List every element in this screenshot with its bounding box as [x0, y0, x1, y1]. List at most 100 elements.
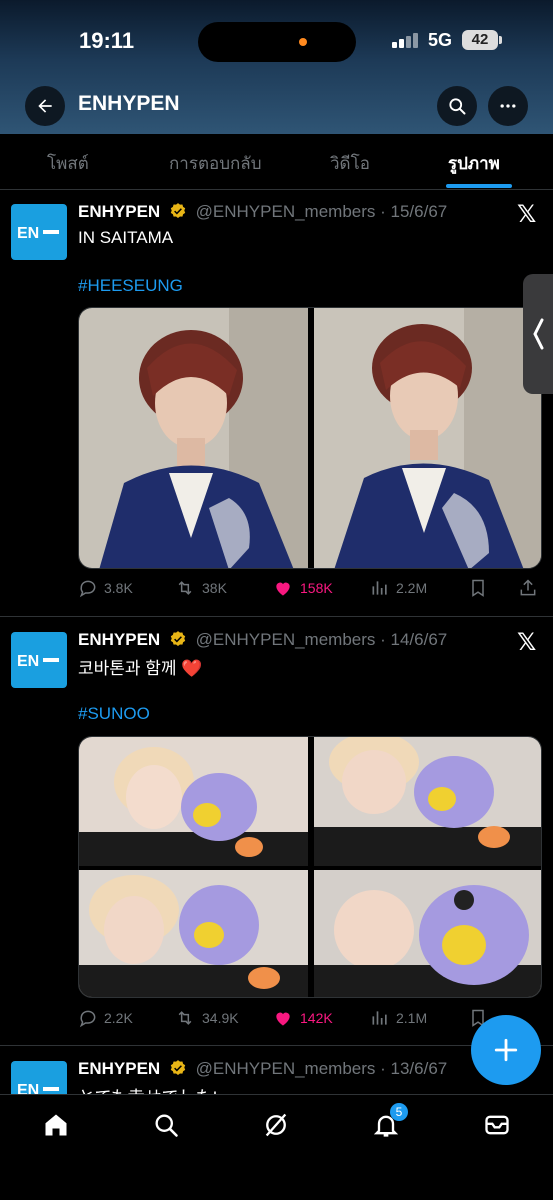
app-header: 19:11 5G 42 ENHYPEN [0, 0, 553, 134]
home-icon [45, 1114, 67, 1136]
like-button[interactable]: 142K [272, 1008, 333, 1028]
photo[interactable] [314, 870, 541, 997]
avatar[interactable]: EN [11, 204, 67, 260]
hashtag-link[interactable]: #SUNOO [78, 704, 150, 724]
more-icon [500, 104, 516, 108]
hashtag-link[interactable]: #HEESEUNG [78, 276, 183, 296]
x-logo-icon: 𝕏 [517, 629, 537, 656]
author-name[interactable]: ENHYPEN [78, 202, 160, 221]
photo[interactable] [79, 308, 308, 568]
tweet-media[interactable] [78, 736, 542, 998]
status-time: 19:11 [79, 28, 135, 53]
tweet-media[interactable] [78, 307, 542, 569]
reply-count: 3.8K [104, 580, 133, 596]
profile-tabs: โพสต์ การตอบกลับ วิดีโอ รูปภาพ [0, 134, 553, 190]
tweet[interactable]: EN ENHYPEN @ENHYPEN_members · 13/6/67 とて… [0, 1047, 553, 1094]
author-handle[interactable]: @ENHYPEN_members [196, 202, 376, 221]
tweet-date: · 15/6/67 [380, 202, 448, 221]
network-type: 5G [428, 30, 453, 50]
chevron-left-icon [533, 318, 544, 350]
tweet-date: · 13/6/67 [380, 1059, 448, 1078]
views-button[interactable]: 2.2M [370, 578, 427, 598]
search-button[interactable] [437, 86, 477, 126]
dynamic-island [198, 22, 356, 62]
tweet-text: とても幸せでした! [78, 1083, 217, 1094]
avatar[interactable]: EN [11, 632, 67, 688]
like-count: 142K [300, 1010, 333, 1026]
repost-button[interactable]: 38K [174, 578, 227, 598]
photo[interactable] [314, 737, 541, 866]
repost-button[interactable]: 34.9K [174, 1008, 239, 1028]
mail-icon [485, 1115, 509, 1135]
repost-count: 34.9K [202, 1010, 239, 1026]
views-count: 2.2M [396, 580, 428, 596]
author-name[interactable]: ENHYPEN [78, 630, 160, 649]
tweet[interactable]: EN ENHYPEN @ENHYPEN_members · 14/6/67 𝕏 … [0, 618, 553, 1046]
page-title: ENHYPEN [78, 92, 180, 115]
svg-text:EN: EN [17, 1082, 39, 1094]
tweet[interactable]: EN ENHYPEN @ENHYPEN_members · 15/6/67 𝕏 … [0, 190, 553, 617]
compose-post-button[interactable] [471, 1015, 541, 1085]
verified-badge-icon [170, 203, 186, 218]
nav-messages[interactable] [483, 1111, 511, 1144]
nav-home[interactable] [42, 1111, 70, 1144]
views-icon [372, 581, 387, 595]
bottom-navigation: 5 [0, 1094, 553, 1200]
tweet-header: ENHYPEN @ENHYPEN_members · 13/6/67 [78, 1059, 447, 1079]
top-navbar: ENHYPEN [0, 86, 553, 126]
enhypen-logo-icon: EN [17, 1082, 59, 1094]
reply-button[interactable]: 3.8K [78, 578, 133, 598]
tab-photos[interactable]: รูปภาพ [448, 150, 500, 177]
like-count: 158K [300, 580, 333, 596]
enhypen-logo-icon: EN [17, 653, 59, 668]
arrow-left-icon [38, 99, 52, 113]
share-button[interactable] [518, 578, 538, 598]
side-panel-handle[interactable] [523, 274, 553, 394]
tab-posts[interactable]: โพสต์ [47, 150, 89, 177]
bookmark-icon [472, 579, 484, 597]
battery-icon: 42 [462, 30, 502, 50]
tab-videos[interactable]: วิดีโอ [330, 150, 370, 177]
repost-icon [178, 1011, 192, 1025]
verified-badge-icon [170, 1060, 186, 1075]
privacy-indicator [299, 38, 307, 46]
back-button[interactable] [25, 86, 65, 126]
reply-count: 2.2K [104, 1010, 133, 1026]
repost-count: 38K [202, 580, 227, 596]
repost-icon [178, 581, 192, 595]
bookmark-button[interactable] [468, 578, 488, 598]
like-button[interactable]: 158K [272, 578, 333, 598]
reply-button[interactable]: 2.2K [78, 1008, 133, 1028]
more-options-button[interactable] [488, 86, 528, 126]
views-button[interactable]: 2.1M [370, 1008, 427, 1028]
heart-filled-icon [276, 582, 290, 596]
author-name[interactable]: ENHYPEN [78, 1059, 160, 1078]
reply-icon [79, 1010, 96, 1028]
svg-text:EN: EN [17, 653, 39, 668]
photo[interactable] [79, 870, 308, 997]
photo[interactable] [314, 308, 541, 568]
plus-icon [494, 1038, 518, 1062]
search-icon [155, 1114, 178, 1137]
active-tab-indicator [446, 184, 512, 188]
avatar[interactable]: EN [11, 1061, 67, 1094]
search-icon [449, 98, 466, 115]
verified-badge-icon [170, 631, 186, 646]
author-handle[interactable]: @ENHYPEN_members [196, 1059, 376, 1078]
status-bar: 19:11 5G 42 [0, 22, 553, 62]
x-logo-icon: 𝕏 [517, 201, 537, 228]
nav-notifications[interactable]: 5 [372, 1103, 408, 1144]
battery-level: 42 [471, 31, 489, 48]
author-handle[interactable]: @ENHYPEN_members [196, 630, 376, 649]
tweet-header: ENHYPEN @ENHYPEN_members · 14/6/67 [78, 630, 447, 650]
notification-badge: 5 [390, 1103, 408, 1121]
enhypen-logo-icon: EN [17, 225, 59, 240]
nav-grok[interactable] [262, 1111, 290, 1144]
heart-filled-icon [276, 1012, 290, 1026]
svg-text:EN: EN [17, 225, 39, 240]
tweet-date: · 14/6/67 [380, 630, 448, 649]
tab-replies[interactable]: การตอบกลับ [169, 150, 262, 177]
nav-search[interactable] [152, 1111, 180, 1144]
tweet-actions: 3.8K 38K 158K 2.2M [78, 578, 548, 602]
photo[interactable] [79, 737, 308, 866]
